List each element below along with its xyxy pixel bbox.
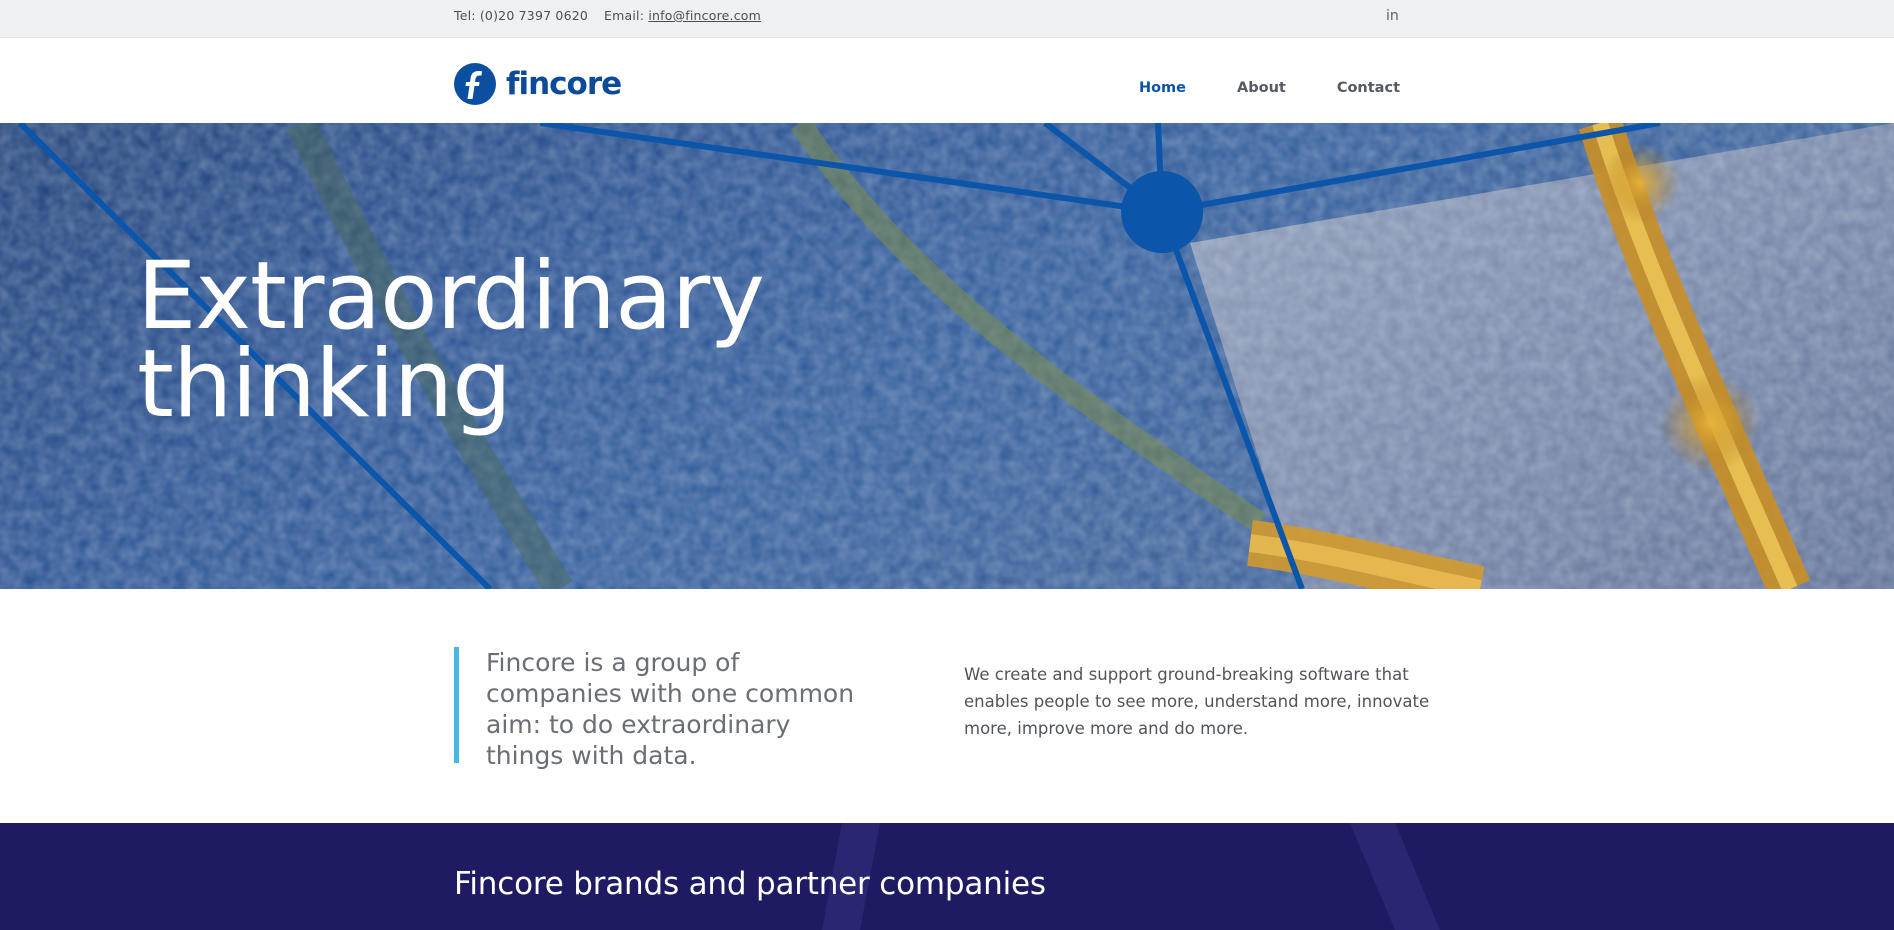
nav-contact[interactable]: Contact bbox=[1337, 80, 1400, 96]
brands-heading: Fincore brands and partner companies bbox=[454, 866, 1046, 902]
fincore-logo-icon bbox=[454, 63, 496, 105]
main-nav: Home About Contact bbox=[1088, 80, 1400, 96]
brands-section: Fincore brands and partner companies bbox=[0, 823, 1894, 930]
top-bar: Tel: (0)20 7397 0620 Email: info@fincore.… bbox=[0, 0, 1894, 38]
hero-title: Extraordinary thinking bbox=[137, 250, 765, 432]
contact-info: Tel: (0)20 7397 0620 Email: info@fincore.… bbox=[454, 8, 761, 23]
logo[interactable]: fincore bbox=[454, 62, 622, 106]
logo-wordmark: fincore bbox=[506, 66, 622, 102]
hero-banner: Extraordinary thinking bbox=[0, 123, 1894, 589]
phone-number: Tel: (0)20 7397 0620 bbox=[454, 8, 589, 23]
intro-quote-text: Fincore is a group of companies with one… bbox=[486, 648, 855, 770]
intro-section: Fincore is a group of companies with one… bbox=[0, 589, 1894, 823]
nav-about[interactable]: About bbox=[1237, 80, 1286, 96]
nav-home[interactable]: Home bbox=[1139, 80, 1186, 96]
email-label: Email: bbox=[604, 8, 645, 23]
site-header: fincore Home About Contact bbox=[0, 38, 1894, 123]
linkedin-icon[interactable]: in bbox=[1386, 8, 1399, 24]
intro-quote: Fincore is a group of companies with one… bbox=[454, 647, 874, 770]
email-link[interactable]: info@fincore.com bbox=[648, 8, 761, 23]
hero-title-line-2: thinking bbox=[137, 330, 512, 439]
intro-description: We create and support ground-breaking so… bbox=[964, 665, 1430, 738]
